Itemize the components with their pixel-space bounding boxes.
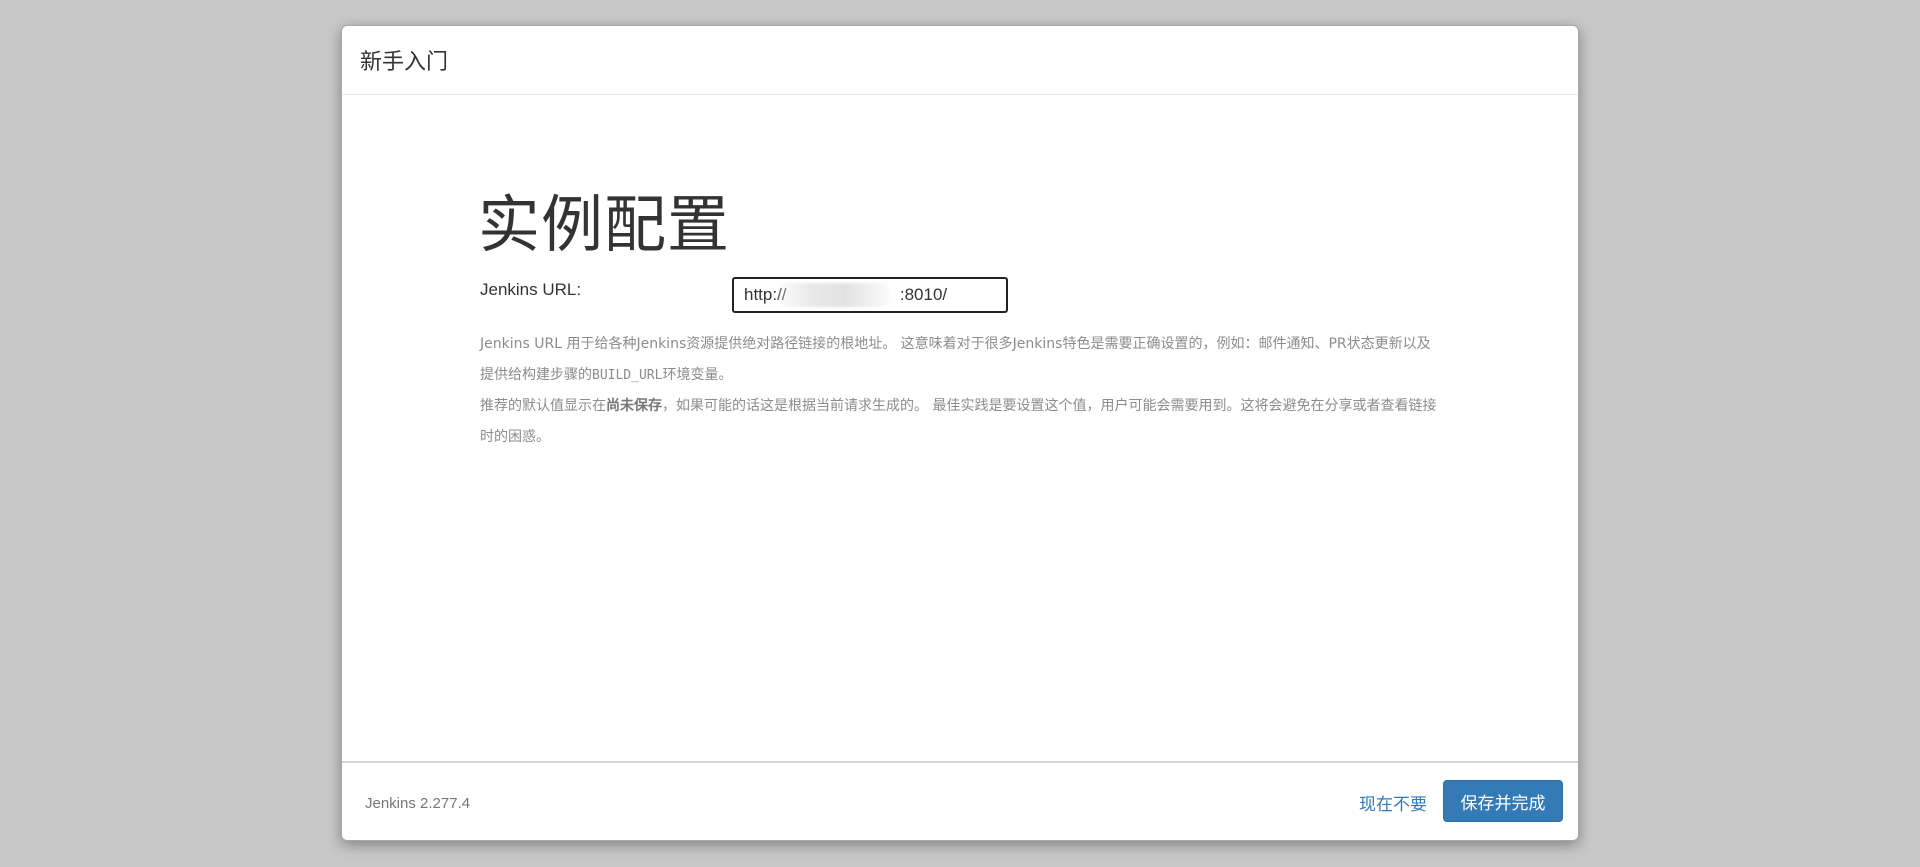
skip-button[interactable]: 现在不要: [1345, 781, 1441, 823]
build-url-code: BUILD_URL: [592, 368, 663, 383]
help-paragraph-2: 推荐的默认值显示在尚未保存，如果可能的话这是根据当前请求生成的。 最佳实践是要设…: [480, 391, 1440, 453]
dialog-body: 实例配置 Jenkins URL: Jenkins URL 用于给各种Jenki…: [342, 95, 1578, 787]
jenkins-url-row: Jenkins URL:: [478, 277, 1438, 313]
jenkins-url-label: Jenkins URL:: [480, 280, 582, 299]
save-and-finish-button[interactable]: 保存并完成: [1443, 780, 1563, 822]
help-text: 环境变量。: [662, 367, 733, 383]
jenkins-version: Jenkins 2.277.4: [365, 795, 471, 812]
redacted-host-blur: [778, 283, 890, 307]
help-paragraph-1: Jenkins URL 用于给各种Jenkins资源提供绝对路径链接的根地址。 …: [480, 329, 1440, 391]
jenkins-url-help: Jenkins URL 用于给各种Jenkins资源提供绝对路径链接的根地址。 …: [480, 329, 1440, 453]
dialog-title: 新手入门: [360, 50, 449, 75]
instance-config-panel: 实例配置 Jenkins URL: Jenkins URL 用于给各种Jenki…: [478, 188, 1438, 446]
page-title: 实例配置: [478, 188, 731, 261]
help-text: 推荐的默认值显示在: [480, 398, 606, 414]
not-saved-emphasis: 尚未保存: [606, 398, 662, 414]
dialog-footer: Jenkins 2.277.4 现在不要 保存并完成: [342, 761, 1578, 840]
setup-wizard-dialog: 新手入门 实例配置 Jenkins URL: Jenkins URL 用于给各种…: [341, 25, 1579, 841]
dialog-header: 新手入门: [342, 26, 1578, 95]
